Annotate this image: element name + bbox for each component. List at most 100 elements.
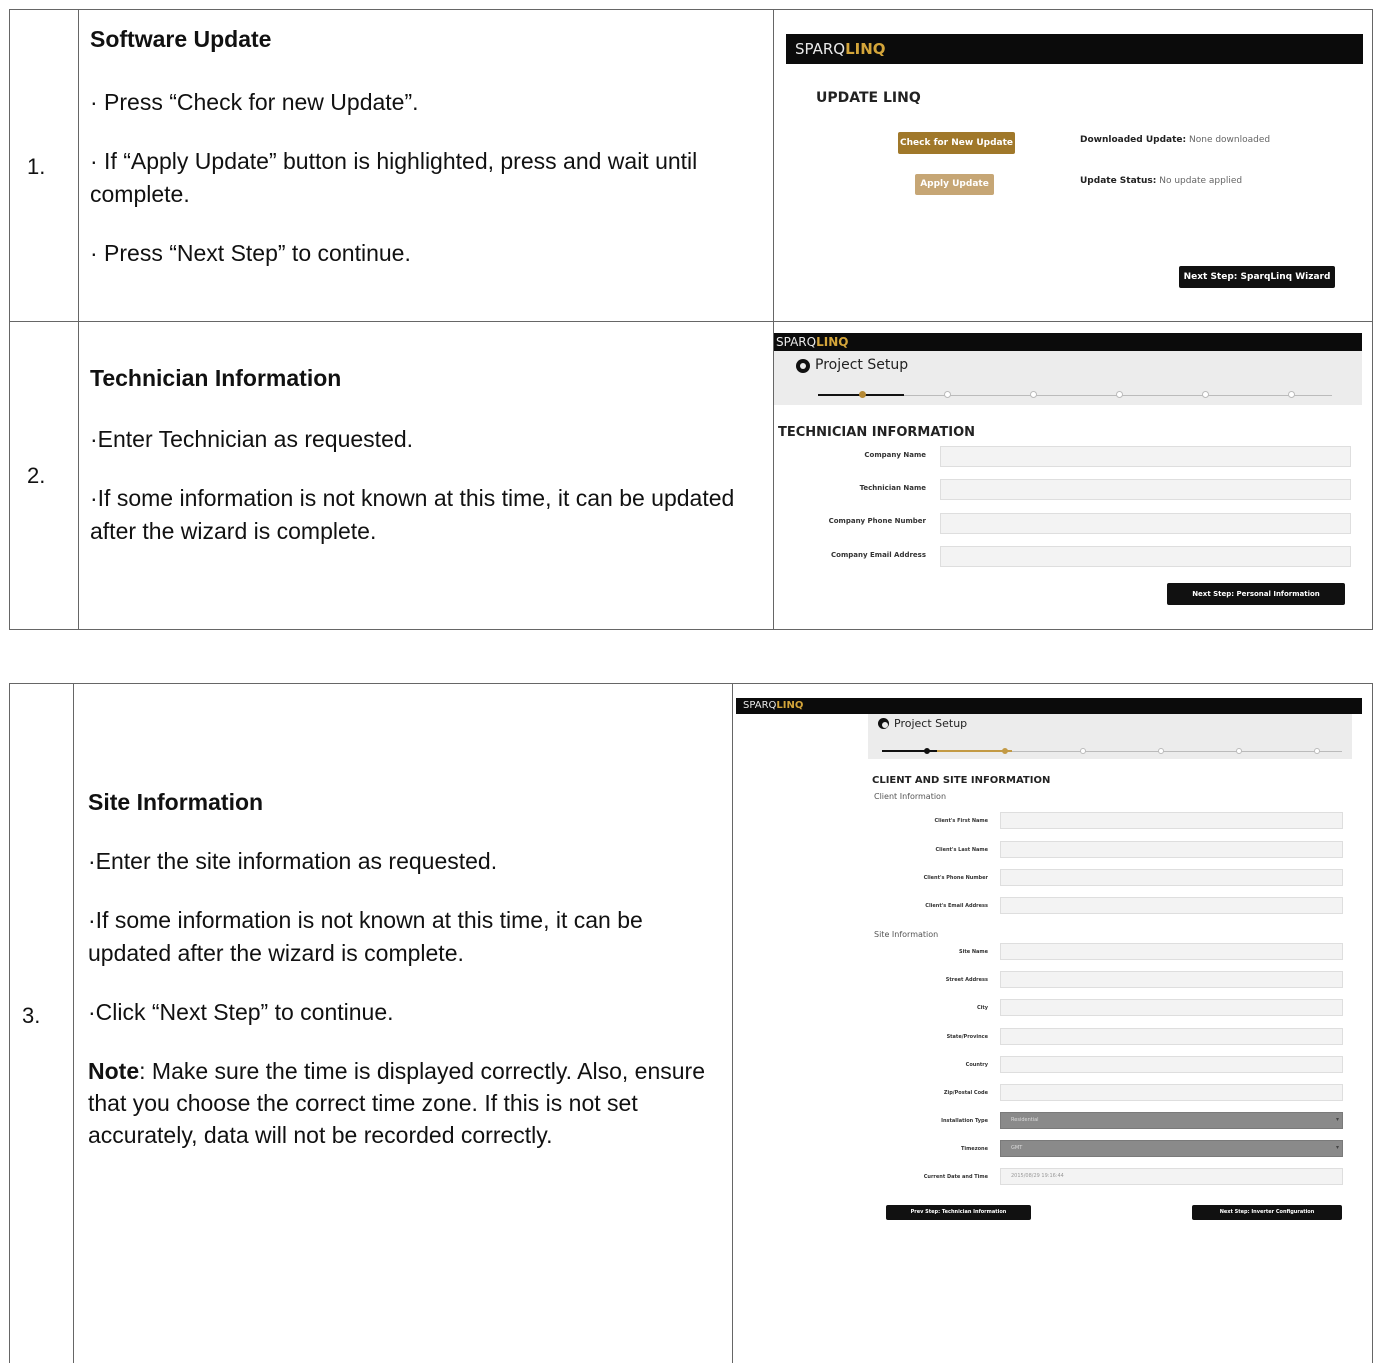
instruction-line: · Press “Next Step” to continue. xyxy=(90,240,411,266)
column-divider xyxy=(73,684,74,1363)
column-divider xyxy=(732,684,733,1363)
client-site-information-screenshot: SPARQLINQ Project Setup CLIENT AND SITE … xyxy=(736,698,1362,1335)
apply-update-button[interactable]: Apply Update xyxy=(915,174,994,195)
brand-bar: SPARQLINQ xyxy=(736,698,1362,714)
step-number: 3. xyxy=(22,1003,41,1028)
project-setup-header: Project Setup xyxy=(774,351,1362,405)
timezone-label: Timezone xyxy=(960,1146,988,1152)
gear-icon xyxy=(878,718,889,729)
next-step-personal-information-button[interactable]: Next Step: Personal Information xyxy=(1167,583,1345,605)
progress-step[interactable] xyxy=(944,391,951,398)
company-email-label: Company Email Address xyxy=(831,551,926,559)
timezone-select[interactable]: GMT ▾ xyxy=(1000,1140,1343,1157)
client-email-label: Client's Email Address xyxy=(925,903,988,909)
company-name-label: Company Name xyxy=(864,451,926,459)
project-setup-title: Project Setup xyxy=(894,717,968,730)
current-date-time-label: Current Date and Time xyxy=(923,1174,988,1180)
progress-step[interactable] xyxy=(1314,748,1320,754)
progress-step[interactable] xyxy=(1116,391,1123,398)
progress-step[interactable] xyxy=(1202,391,1209,398)
company-email-field[interactable] xyxy=(940,546,1351,567)
company-name-field[interactable] xyxy=(940,446,1351,467)
instruction-line: · If “Apply Update” button is highlighte… xyxy=(90,148,698,207)
progress-step-active[interactable] xyxy=(859,391,866,398)
step-instructions: Technician Information ·Enter Technician… xyxy=(90,362,755,574)
brand-bar: SPARQLINQ xyxy=(786,34,1363,64)
prev-step-technician-button[interactable]: Prev Step: Technician Information xyxy=(886,1205,1031,1220)
street-address-field[interactable] xyxy=(1000,971,1343,988)
client-first-name-label: Client's First Name xyxy=(934,818,988,824)
update-linq-screenshot: SPARQLINQ UPDATE LINQ Check for New Upda… xyxy=(786,34,1363,296)
company-phone-field[interactable] xyxy=(940,513,1351,534)
brand-logo: SPARQLINQ xyxy=(743,700,804,711)
technician-name-label: Technician Name xyxy=(859,484,926,492)
installation-type-select[interactable]: Residential ▾ xyxy=(1000,1112,1343,1129)
section-heading: CLIENT AND SITE INFORMATION xyxy=(872,775,1051,786)
city-label: City xyxy=(976,1005,988,1011)
technician-name-field[interactable] xyxy=(940,479,1351,500)
update-status-label: Update Status: xyxy=(1080,176,1157,186)
row-divider xyxy=(10,321,1372,322)
country-label: Country xyxy=(965,1062,988,1068)
site-name-label: Site Name xyxy=(959,949,988,955)
step-title: Software Update xyxy=(90,26,272,52)
client-phone-label: Client's Phone Number xyxy=(923,875,988,881)
progress-step[interactable] xyxy=(1236,748,1242,754)
installation-type-label: Installation Type xyxy=(941,1118,988,1124)
note-paragraph: Note: Make sure the time is displayed co… xyxy=(88,1055,716,1151)
site-name-field[interactable] xyxy=(1000,943,1343,960)
current-date-time-field[interactable]: 2015/08/29 19:16:44 xyxy=(1000,1168,1343,1185)
progress-step-active[interactable] xyxy=(1002,748,1008,754)
site-information-subheading: Site Information xyxy=(874,930,939,939)
progress-step[interactable] xyxy=(1030,391,1037,398)
note-text: : Make sure the time is displayed correc… xyxy=(88,1058,705,1148)
client-last-name-field[interactable] xyxy=(1000,841,1343,858)
downloaded-update-row: Downloaded Update: None downloaded xyxy=(1080,135,1270,145)
step-number: 1. xyxy=(27,154,46,179)
city-field[interactable] xyxy=(1000,999,1343,1016)
column-divider xyxy=(78,10,79,629)
state-province-field[interactable] xyxy=(1000,1028,1343,1045)
step-instructions: Site Information ·Enter the site informa… xyxy=(88,786,716,1177)
progress-step[interactable] xyxy=(1288,391,1295,398)
instruction-line: ·Click “Next Step” to continue. xyxy=(88,999,394,1025)
chevron-down-icon: ▾ xyxy=(1335,1116,1339,1123)
instruction-line: ·If some information is not known at thi… xyxy=(88,907,643,966)
step-instructions: Software Update · Press “Check for new U… xyxy=(90,23,755,296)
instruction-line: ·If some information is not known at thi… xyxy=(90,485,735,544)
instruction-line: · Press “Check for new Update”. xyxy=(90,89,419,115)
next-step-inverter-button[interactable]: Next Step: Inverter Configuration xyxy=(1192,1205,1342,1220)
timezone-value: GMT xyxy=(1011,1145,1023,1151)
brand-logo: SPARQLINQ xyxy=(776,335,849,349)
street-address-label: Street Address xyxy=(945,977,988,983)
update-status-value: No update applied xyxy=(1159,176,1243,186)
downloaded-update-value: None downloaded xyxy=(1189,135,1271,145)
instruction-line: ·Enter the site information as requested… xyxy=(88,848,498,874)
step-number: 2. xyxy=(27,463,46,488)
current-date-time-value: 2015/08/29 19:16:44 xyxy=(1011,1173,1064,1179)
progress-track-active xyxy=(937,750,1012,752)
downloaded-update-label: Downloaded Update: xyxy=(1080,135,1187,145)
next-step-wizard-button[interactable]: Next Step: SparqLinq Wizard xyxy=(1179,266,1335,288)
section-heading: TECHNICIAN INFORMATION xyxy=(778,425,976,440)
client-email-field[interactable] xyxy=(1000,897,1343,914)
technician-information-screenshot: SPARQLINQ Project Setup TECHNICIAN INFOR… xyxy=(774,333,1362,628)
zip-postal-code-field[interactable] xyxy=(1000,1084,1343,1101)
note-label: Note xyxy=(88,1058,140,1084)
country-field[interactable] xyxy=(1000,1056,1343,1073)
project-setup-header: Project Setup xyxy=(868,714,1352,759)
zip-postal-code-label: Zip/Postal Code xyxy=(943,1090,988,1096)
installation-type-value: Residential xyxy=(1011,1117,1039,1123)
page-heading: UPDATE LINQ xyxy=(816,90,921,106)
progress-step-done[interactable] xyxy=(924,748,930,754)
client-last-name-label: Client's Last Name xyxy=(935,847,988,853)
progress-step[interactable] xyxy=(1080,748,1086,754)
client-first-name-field[interactable] xyxy=(1000,812,1343,829)
client-information-subheading: Client Information xyxy=(874,792,947,801)
brand-logo: SPARQLINQ xyxy=(795,40,886,58)
client-phone-field[interactable] xyxy=(1000,869,1343,886)
state-province-label: State/Province xyxy=(946,1034,988,1040)
check-for-new-update-button[interactable]: Check for New Update xyxy=(898,132,1015,154)
update-status-row: Update Status: No update applied xyxy=(1080,176,1242,186)
progress-step[interactable] xyxy=(1158,748,1164,754)
